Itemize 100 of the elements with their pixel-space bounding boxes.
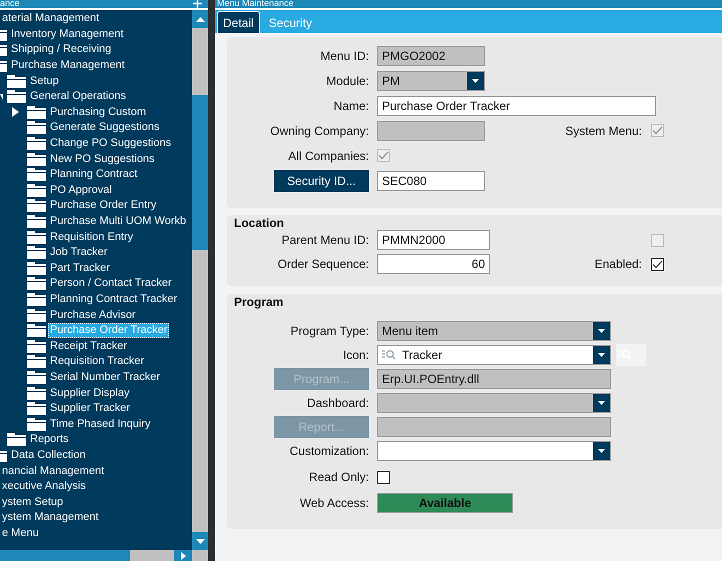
caret-icon bbox=[598, 401, 605, 405]
folder-icon bbox=[27, 215, 46, 228]
caret-icon bbox=[598, 353, 605, 357]
tree-item[interactable]: General Operations bbox=[28, 89, 128, 104]
tree-item[interactable]: ystem Management bbox=[0, 510, 101, 526]
tree-item[interactable]: Reports bbox=[28, 432, 71, 448]
horizontal-scrollbar[interactable] bbox=[0, 550, 208, 561]
folder-icon bbox=[27, 324, 46, 338]
field-label: Customization: bbox=[288, 444, 370, 458]
tree-item[interactable]: Supplier Display bbox=[48, 386, 132, 401]
scrollbar-thumb[interactable] bbox=[130, 550, 174, 561]
caret-icon bbox=[598, 449, 605, 453]
expand-arrow-icon[interactable] bbox=[12, 107, 19, 118]
tree-item[interactable]: Purchasing Custom bbox=[48, 104, 148, 120]
caret-icon bbox=[472, 78, 479, 82]
folder-icon bbox=[27, 402, 46, 416]
number-field[interactable]: 60 bbox=[377, 254, 490, 274]
down-triangle-icon bbox=[196, 538, 204, 544]
status-badge: Available bbox=[377, 493, 513, 513]
folder-icon bbox=[7, 74, 26, 88]
folder-icon bbox=[27, 277, 46, 290]
security-id-button[interactable]: Security ID... bbox=[274, 170, 369, 192]
folder-icon bbox=[27, 137, 46, 150]
tree-item[interactable]: Person / Contact Tracker bbox=[48, 276, 174, 292]
tree-item[interactable]: e Menu bbox=[0, 526, 41, 541]
tree-item[interactable]: Data Collection bbox=[9, 448, 88, 463]
tree-item[interactable]: aterial Management bbox=[0, 11, 102, 26]
folder-icon bbox=[0, 28, 7, 41]
section-title: Location bbox=[233, 216, 285, 230]
tree-item[interactable]: Part Tracker bbox=[48, 260, 112, 276]
tree-item[interactable]: Setup bbox=[28, 74, 61, 89]
tree-item[interactable]: Generate Suggestions bbox=[48, 120, 162, 136]
folder-icon bbox=[27, 106, 46, 119]
caret-icon bbox=[598, 329, 605, 333]
tree-item[interactable]: Job Tracker bbox=[48, 245, 110, 260]
text-field[interactable]: Purchase Order Tracker bbox=[377, 96, 656, 116]
tab[interactable]: Detail bbox=[217, 11, 260, 33]
field-label: Menu ID: bbox=[319, 48, 370, 62]
field-label: System Menu: bbox=[565, 124, 642, 138]
folder-icon bbox=[27, 355, 46, 368]
folder-icon bbox=[27, 199, 46, 212]
folder-icon bbox=[27, 262, 46, 275]
checkbox[interactable] bbox=[651, 258, 664, 270]
folder-icon bbox=[27, 121, 46, 134]
tree-item[interactable]: nancial Management bbox=[0, 464, 106, 479]
field-label: Icon: bbox=[342, 348, 370, 362]
tree-item[interactable]: xecutive Analysis bbox=[0, 479, 88, 494]
collapse-arrow-icon[interactable] bbox=[0, 94, 3, 100]
tree-item[interactable]: Purchase Management bbox=[9, 58, 127, 74]
tree-item[interactable]: Purchase Multi UOM Workb bbox=[48, 214, 188, 230]
up-triangle-icon bbox=[196, 16, 204, 22]
folder-icon bbox=[0, 43, 7, 56]
field-label: Order Sequence: bbox=[276, 257, 370, 271]
field-label: Web Access: bbox=[298, 496, 370, 510]
tree-item[interactable]: New PO Suggestions bbox=[48, 152, 157, 167]
scrollbar-thumb[interactable] bbox=[192, 95, 208, 250]
tree-item[interactable]: Shipping / Receiving bbox=[9, 42, 114, 58]
field-label: All Companies: bbox=[287, 148, 370, 162]
folder-icon bbox=[27, 168, 46, 182]
right-triangle-icon bbox=[180, 552, 186, 560]
folder-icon bbox=[27, 152, 46, 166]
tree-item[interactable]: Time Phased Inquiry bbox=[48, 416, 152, 432]
tree-item[interactable]: Purchase Order Entry bbox=[48, 198, 158, 214]
folder-icon bbox=[27, 246, 46, 260]
tree-item[interactable]: Purchase Advisor bbox=[48, 308, 138, 323]
field-label: Dashboard: bbox=[306, 396, 370, 410]
field-label: Program Type: bbox=[290, 324, 370, 338]
folder-icon bbox=[27, 418, 46, 431]
folder-icon bbox=[7, 433, 26, 446]
magnifier-icon bbox=[382, 349, 396, 361]
plus-icon[interactable] bbox=[193, 0, 202, 8]
field-label: Module: bbox=[325, 74, 370, 88]
tree-item[interactable]: Requisition Entry bbox=[48, 230, 136, 245]
tree-item[interactable]: Serial Number Tracker bbox=[48, 370, 162, 385]
folder-icon bbox=[0, 59, 7, 72]
folder-icon bbox=[27, 230, 46, 244]
scrollbar-corner bbox=[192, 550, 208, 561]
folder-icon bbox=[27, 370, 46, 384]
text-field[interactable]: PMMN2000 bbox=[377, 230, 490, 250]
tree-item[interactable]: Receipt Tracker bbox=[48, 338, 130, 354]
tree-item[interactable]: Planning Contract bbox=[48, 167, 140, 182]
folder-icon bbox=[27, 292, 46, 306]
tree-item[interactable]: PO Approval bbox=[48, 182, 114, 198]
folder-icon bbox=[7, 90, 26, 104]
tree-item[interactable]: Supplier Tracker bbox=[48, 401, 132, 416]
folder-icon bbox=[27, 308, 46, 322]
tree-item[interactable]: Requisition Tracker bbox=[48, 354, 146, 370]
folder-icon bbox=[27, 340, 46, 353]
field-label: Owning Company: bbox=[269, 124, 370, 138]
folder-icon bbox=[27, 184, 46, 197]
field-label: Name: bbox=[332, 98, 370, 112]
dropdown-field[interactable]: Tracker bbox=[377, 345, 611, 365]
checkbox[interactable] bbox=[377, 470, 390, 484]
tree-item[interactable]: Planning Contract Tracker bbox=[48, 292, 180, 307]
dropdown-field[interactable] bbox=[377, 441, 611, 461]
text-field[interactable]: SEC080 bbox=[377, 170, 485, 190]
tree-item[interactable]: Inventory Management bbox=[9, 26, 126, 42]
section-title: Program bbox=[233, 295, 284, 309]
tree-item[interactable]: Change PO Suggestions bbox=[48, 136, 174, 152]
tree-item[interactable]: ystem Setup bbox=[0, 494, 66, 510]
